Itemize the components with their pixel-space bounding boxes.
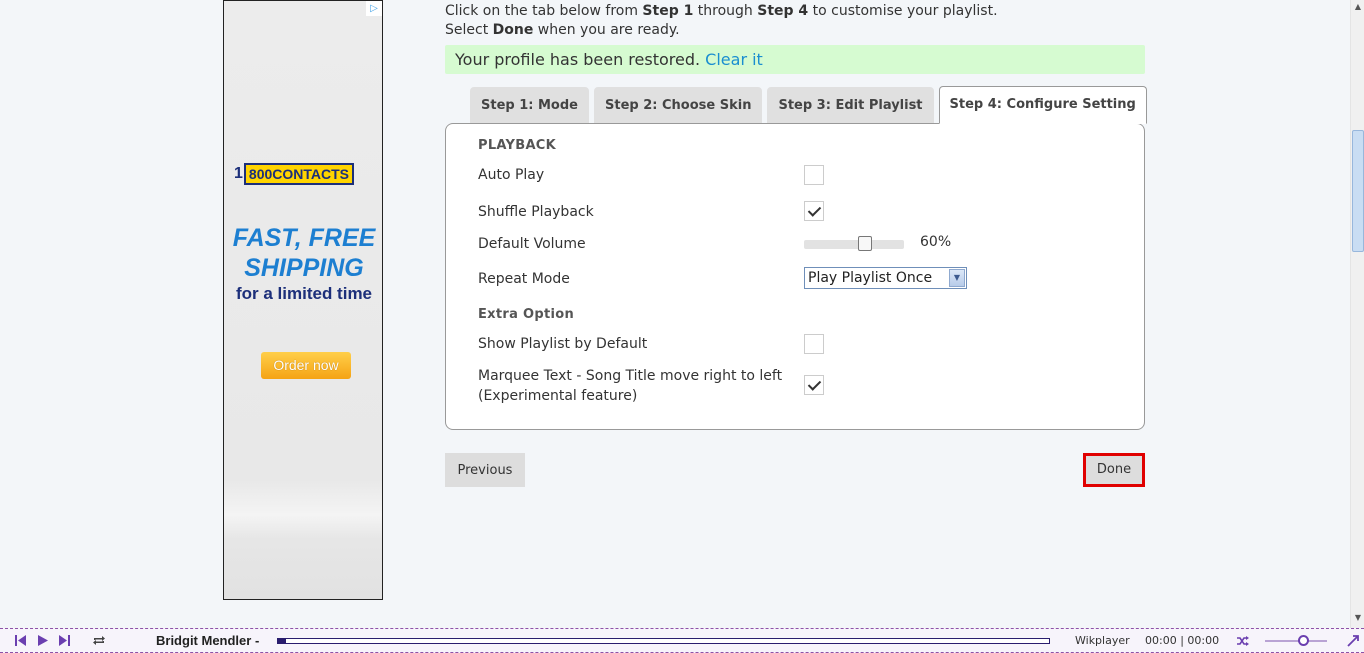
marquee-label-line1: Marquee Text - Song Title move right to …: [478, 368, 783, 384]
section-extra-option: Extra Option: [478, 307, 575, 322]
default-volume-label: Default Volume: [478, 236, 586, 252]
shuffle-playback-checkbox[interactable]: [804, 201, 824, 221]
ad-logo-number: 1: [234, 165, 243, 182]
skip-forward-icon[interactable]: [58, 634, 71, 647]
tab-step3-edit-playlist[interactable]: Step 3: Edit Playlist: [767, 87, 934, 124]
tab-step4-configure-setting[interactable]: Step 4: Configure Setting: [938, 86, 1147, 124]
shuffle-playback-label: Shuffle Playback: [478, 204, 594, 220]
instr-text: through: [693, 3, 758, 19]
clear-it-link[interactable]: Clear it: [705, 50, 763, 69]
shuffle-icon[interactable]: [1236, 635, 1249, 647]
volume-value: 60%: [920, 234, 952, 250]
instr-text: Click on the tab below from: [445, 3, 643, 19]
scrollbar-thumb[interactable]: [1352, 130, 1364, 252]
instr-text: when you are ready.: [533, 22, 680, 38]
ad-headline: FAST, FREE SHIPPING: [224, 223, 384, 283]
step-tabs: Step 1: Mode Step 2: Choose Skin Step 3:…: [470, 86, 1152, 124]
ad-subline: for a limited time: [235, 284, 373, 303]
profile-restored-notice: Your profile has been restored. Clear it: [445, 45, 1145, 74]
ad-order-now-button[interactable]: Order now: [261, 352, 351, 379]
advertisement[interactable]: ▷ 1 800CONTACTS FAST, FREE SHIPPING for …: [223, 0, 383, 600]
ad-logo: 1 800CONTACTS: [234, 162, 374, 186]
show-playlist-checkbox[interactable]: [804, 334, 824, 354]
now-playing-title: Bridgit Mendler -: [156, 633, 260, 648]
instr-done: Done: [492, 22, 534, 38]
instr-step4: Step 4: [757, 3, 809, 19]
instr-text: to customise your playlist.: [808, 3, 998, 19]
instructions: Click on the tab below from Step 1 throu…: [445, 2, 998, 40]
ad-headline-line1: FAST, FREE: [232, 224, 376, 252]
marquee-label-line2: (Experimental feature): [478, 388, 638, 404]
settings-panel: PLAYBACK Auto Play Shuffle Playback Defa…: [445, 123, 1145, 430]
scroll-down-icon[interactable]: ▼: [1351, 611, 1364, 625]
repeat-mode-label: Repeat Mode: [478, 271, 570, 287]
tab-step2-choose-skin[interactable]: Step 2: Choose Skin: [594, 87, 763, 124]
player-time: 00:00 | 00:00: [1145, 634, 1220, 647]
auto-play-label: Auto Play: [478, 167, 545, 183]
tab-step1-mode[interactable]: Step 1: Mode: [470, 87, 589, 124]
progress-fill: [278, 639, 286, 643]
instr-text: Select: [445, 22, 493, 38]
player-brand[interactable]: Wikplayer: [1075, 634, 1130, 647]
expand-icon[interactable]: [1346, 634, 1360, 648]
volume-slider-handle[interactable]: [858, 236, 872, 251]
show-playlist-label: Show Playlist by Default: [478, 336, 648, 352]
repeat-mode-selected: Play Playlist Once: [808, 270, 933, 286]
volume-slider-track[interactable]: [804, 240, 904, 249]
adchoices-icon[interactable]: ▷: [366, 1, 382, 16]
skip-back-icon[interactable]: [14, 634, 27, 647]
done-button[interactable]: Done: [1083, 453, 1145, 487]
player-bar: Bridgit Mendler - Wikplayer 00:00 | 00:0…: [0, 628, 1364, 653]
progress-bar[interactable]: [277, 638, 1050, 644]
previous-button[interactable]: Previous: [445, 453, 525, 487]
volume-track[interactable]: [1265, 640, 1327, 642]
ad-headline-line2: SHIPPING: [244, 254, 364, 282]
marquee-text-checkbox[interactable]: [804, 375, 824, 395]
chevron-down-icon[interactable]: ▼: [949, 269, 965, 287]
instructions-line2: Select Done when you are ready.: [445, 21, 998, 40]
play-icon[interactable]: [36, 634, 49, 647]
repeat-mode-select[interactable]: Play Playlist Once ▼: [804, 267, 967, 289]
notice-text: Your profile has been restored.: [455, 50, 706, 69]
volume-handle[interactable]: [1298, 635, 1309, 646]
page-scrollbar[interactable]: ▲ ▼: [1350, 0, 1364, 628]
ad-logo-text: 800CONTACTS: [243, 163, 354, 185]
instr-step1: Step 1: [642, 3, 694, 19]
section-playback: PLAYBACK: [478, 138, 557, 153]
repeat-icon[interactable]: [92, 634, 106, 647]
scroll-up-icon[interactable]: ▲: [1351, 0, 1364, 14]
instructions-line1: Click on the tab below from Step 1 throu…: [445, 2, 998, 21]
auto-play-checkbox[interactable]: [804, 165, 824, 185]
marquee-text-label: Marquee Text - Song Title move right to …: [478, 366, 782, 406]
